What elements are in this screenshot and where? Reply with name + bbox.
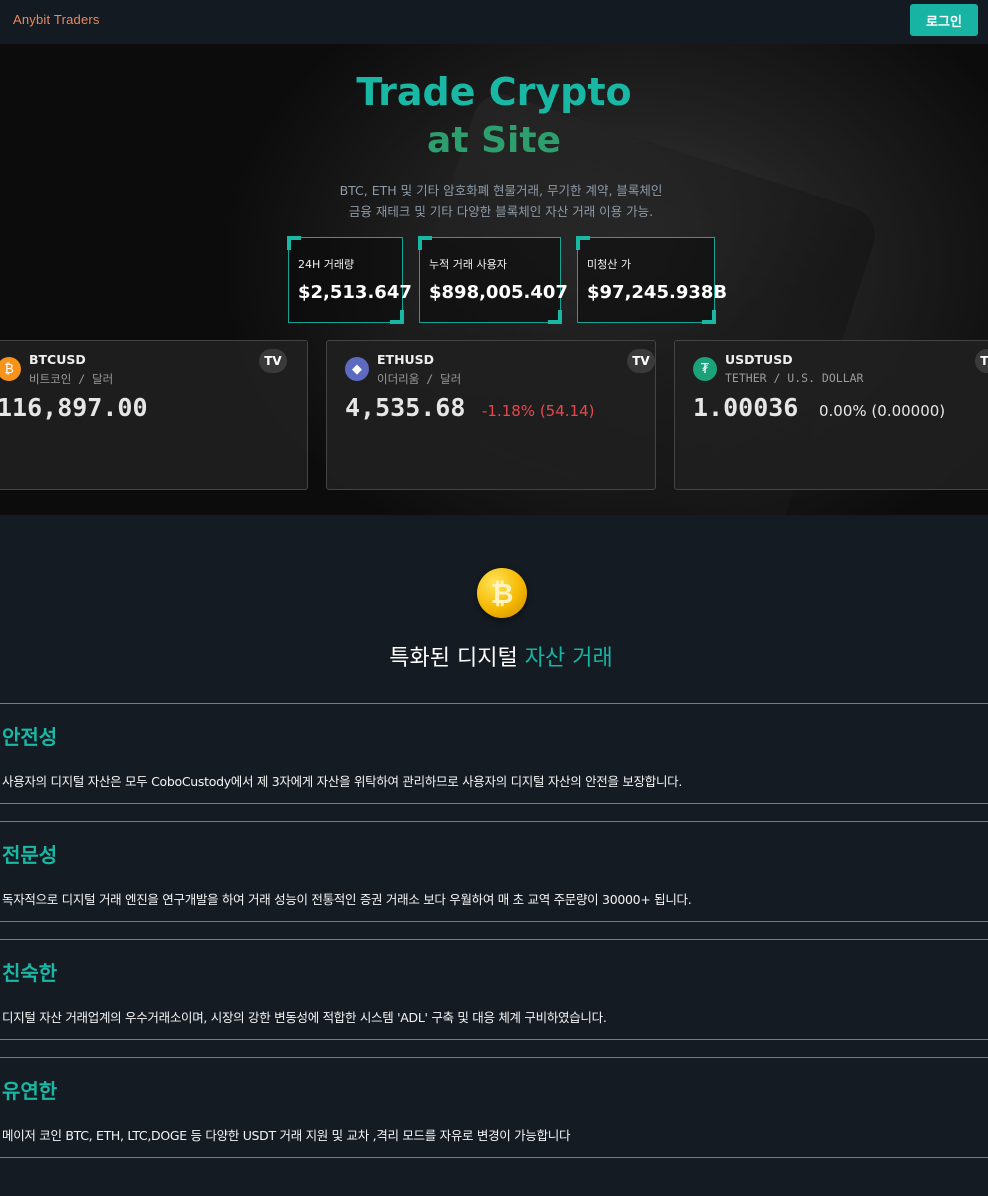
ticker-change: -1.18% (54.14): [482, 402, 595, 420]
ethereum-icon: ◆: [345, 357, 369, 381]
ticker-symbol: ETHUSD: [377, 352, 435, 367]
hero-title-line1: Trade Crypto: [356, 70, 632, 114]
feature-heading: 안전성: [2, 725, 58, 749]
ticker-card-btcusd[interactable]: ₿ BTCUSD 비트코인 / 달러 116,897.00 TV: [0, 340, 308, 490]
ticker-pair-name: TETHER / U.S. DOLLAR: [725, 371, 864, 385]
feature-heading: 전문성: [2, 843, 58, 867]
feature-description: 디지털 자산 거래업계의 우수거래소이며, 시장의 강한 변동성에 적합한 시스…: [2, 1010, 607, 1025]
hero-subtitle-line1: BTC, ETH 및 기타 암호화폐 현물거래, 무기한 계약, 블록체인: [339, 183, 663, 198]
features-title: 특화된 디지털 자산 거래: [0, 640, 988, 672]
bitcoin-icon: ₿: [0, 357, 21, 381]
stat-card-users: 누적 거래 사용자 $898,005.407: [418, 236, 568, 324]
stat-label: 누적 거래 사용자: [429, 258, 507, 271]
feature-heading: 유연한: [2, 1079, 58, 1103]
bitcoin-coin-icon: ₿: [477, 568, 527, 618]
stat-label: 24H 거래량: [298, 258, 355, 271]
ticker-price: 1.00036: [693, 393, 799, 422]
tradingview-logo-icon[interactable]: TV: [259, 349, 287, 373]
login-button[interactable]: 로그인: [910, 4, 978, 36]
feature-heading: 친숙한: [2, 961, 58, 985]
ticker-card-usdtusd[interactable]: ₮ USDTUSD TETHER / U.S. DOLLAR 1.00036 0…: [674, 340, 988, 490]
ticker-pair-name: 이더리움 / 달러: [377, 372, 462, 386]
feature-description: 독자적으로 디지털 거래 엔진을 연구개발을 하여 거래 성능이 전통적인 증권…: [2, 892, 692, 907]
stat-value: $898,005.407: [429, 282, 568, 303]
ticker-symbol: BTCUSD: [29, 352, 86, 367]
feature-block: 유연한 메이저 코인 BTC, ETH, LTC,DOGE 등 다양한 USDT…: [0, 1057, 988, 1158]
hero-section: Trade Crypto at Site BTC, ETH 및 기타 암호화폐 …: [0, 44, 988, 515]
stat-label: 미청산 가: [587, 258, 631, 271]
stat-value: $97,245.938B: [587, 282, 728, 303]
ticker-symbol: USDTUSD: [725, 352, 793, 367]
ticker-card-ethusd[interactable]: ◆ ETHUSD 이더리움 / 달러 4,535.68 -1.18% (54.1…: [326, 340, 656, 490]
top-navbar: Anybit Traders 로그인: [0, 0, 988, 44]
feature-description: 사용자의 디지털 자산은 모두 CoboCustody에서 제 3자에게 자산을…: [2, 774, 683, 789]
tradingview-logo-icon[interactable]: TV: [975, 349, 988, 373]
features-section: ₿ 특화된 디지털 자산 거래 안전성 사용자의 디지털 자산은 모두 Cobo…: [0, 515, 988, 1196]
ticker-price: 116,897.00: [0, 393, 148, 422]
tether-icon: ₮: [693, 357, 717, 381]
feature-block: 전문성 독자적으로 디지털 거래 엔진을 연구개발을 하여 거래 성능이 전통적…: [0, 821, 988, 922]
ticker-change: 0.00% (0.00000): [819, 402, 946, 420]
stat-card-open-interest: 미청산 가 $97,245.938B: [576, 236, 727, 324]
feature-block: 친숙한 디지털 자산 거래업계의 우수거래소이며, 시장의 강한 변동성에 적합…: [0, 939, 988, 1040]
hero-title-line2: at Site: [427, 120, 561, 161]
features-title-prefix: 특화된 디지털: [389, 646, 525, 671]
stat-value: $2,513.647: [298, 282, 412, 303]
feature-block: 안전성 사용자의 디지털 자산은 모두 CoboCustody에서 제 3자에게…: [0, 703, 988, 804]
hero-subtitle-line2: 금융 재테크 및 기타 다양한 블록체인 자산 거래 이용 가능.: [348, 204, 654, 219]
ticker-price: 4,535.68: [345, 393, 466, 422]
stat-card-volume: 24H 거래량 $2,513.647: [287, 236, 412, 324]
hero-subtitle: BTC, ETH 및 기타 암호화폐 현물거래, 무기한 계약, 블록체인 금융…: [0, 180, 988, 222]
ticker-pair-name: 비트코인 / 달러: [29, 372, 114, 386]
feature-description: 메이저 코인 BTC, ETH, LTC,DOGE 등 다양한 USDT 거래 …: [2, 1128, 571, 1143]
features-title-highlight: 자산 거래: [524, 646, 613, 671]
tradingview-logo-icon[interactable]: TV: [627, 349, 655, 373]
brand-logo[interactable]: Anybit Traders: [13, 12, 100, 27]
